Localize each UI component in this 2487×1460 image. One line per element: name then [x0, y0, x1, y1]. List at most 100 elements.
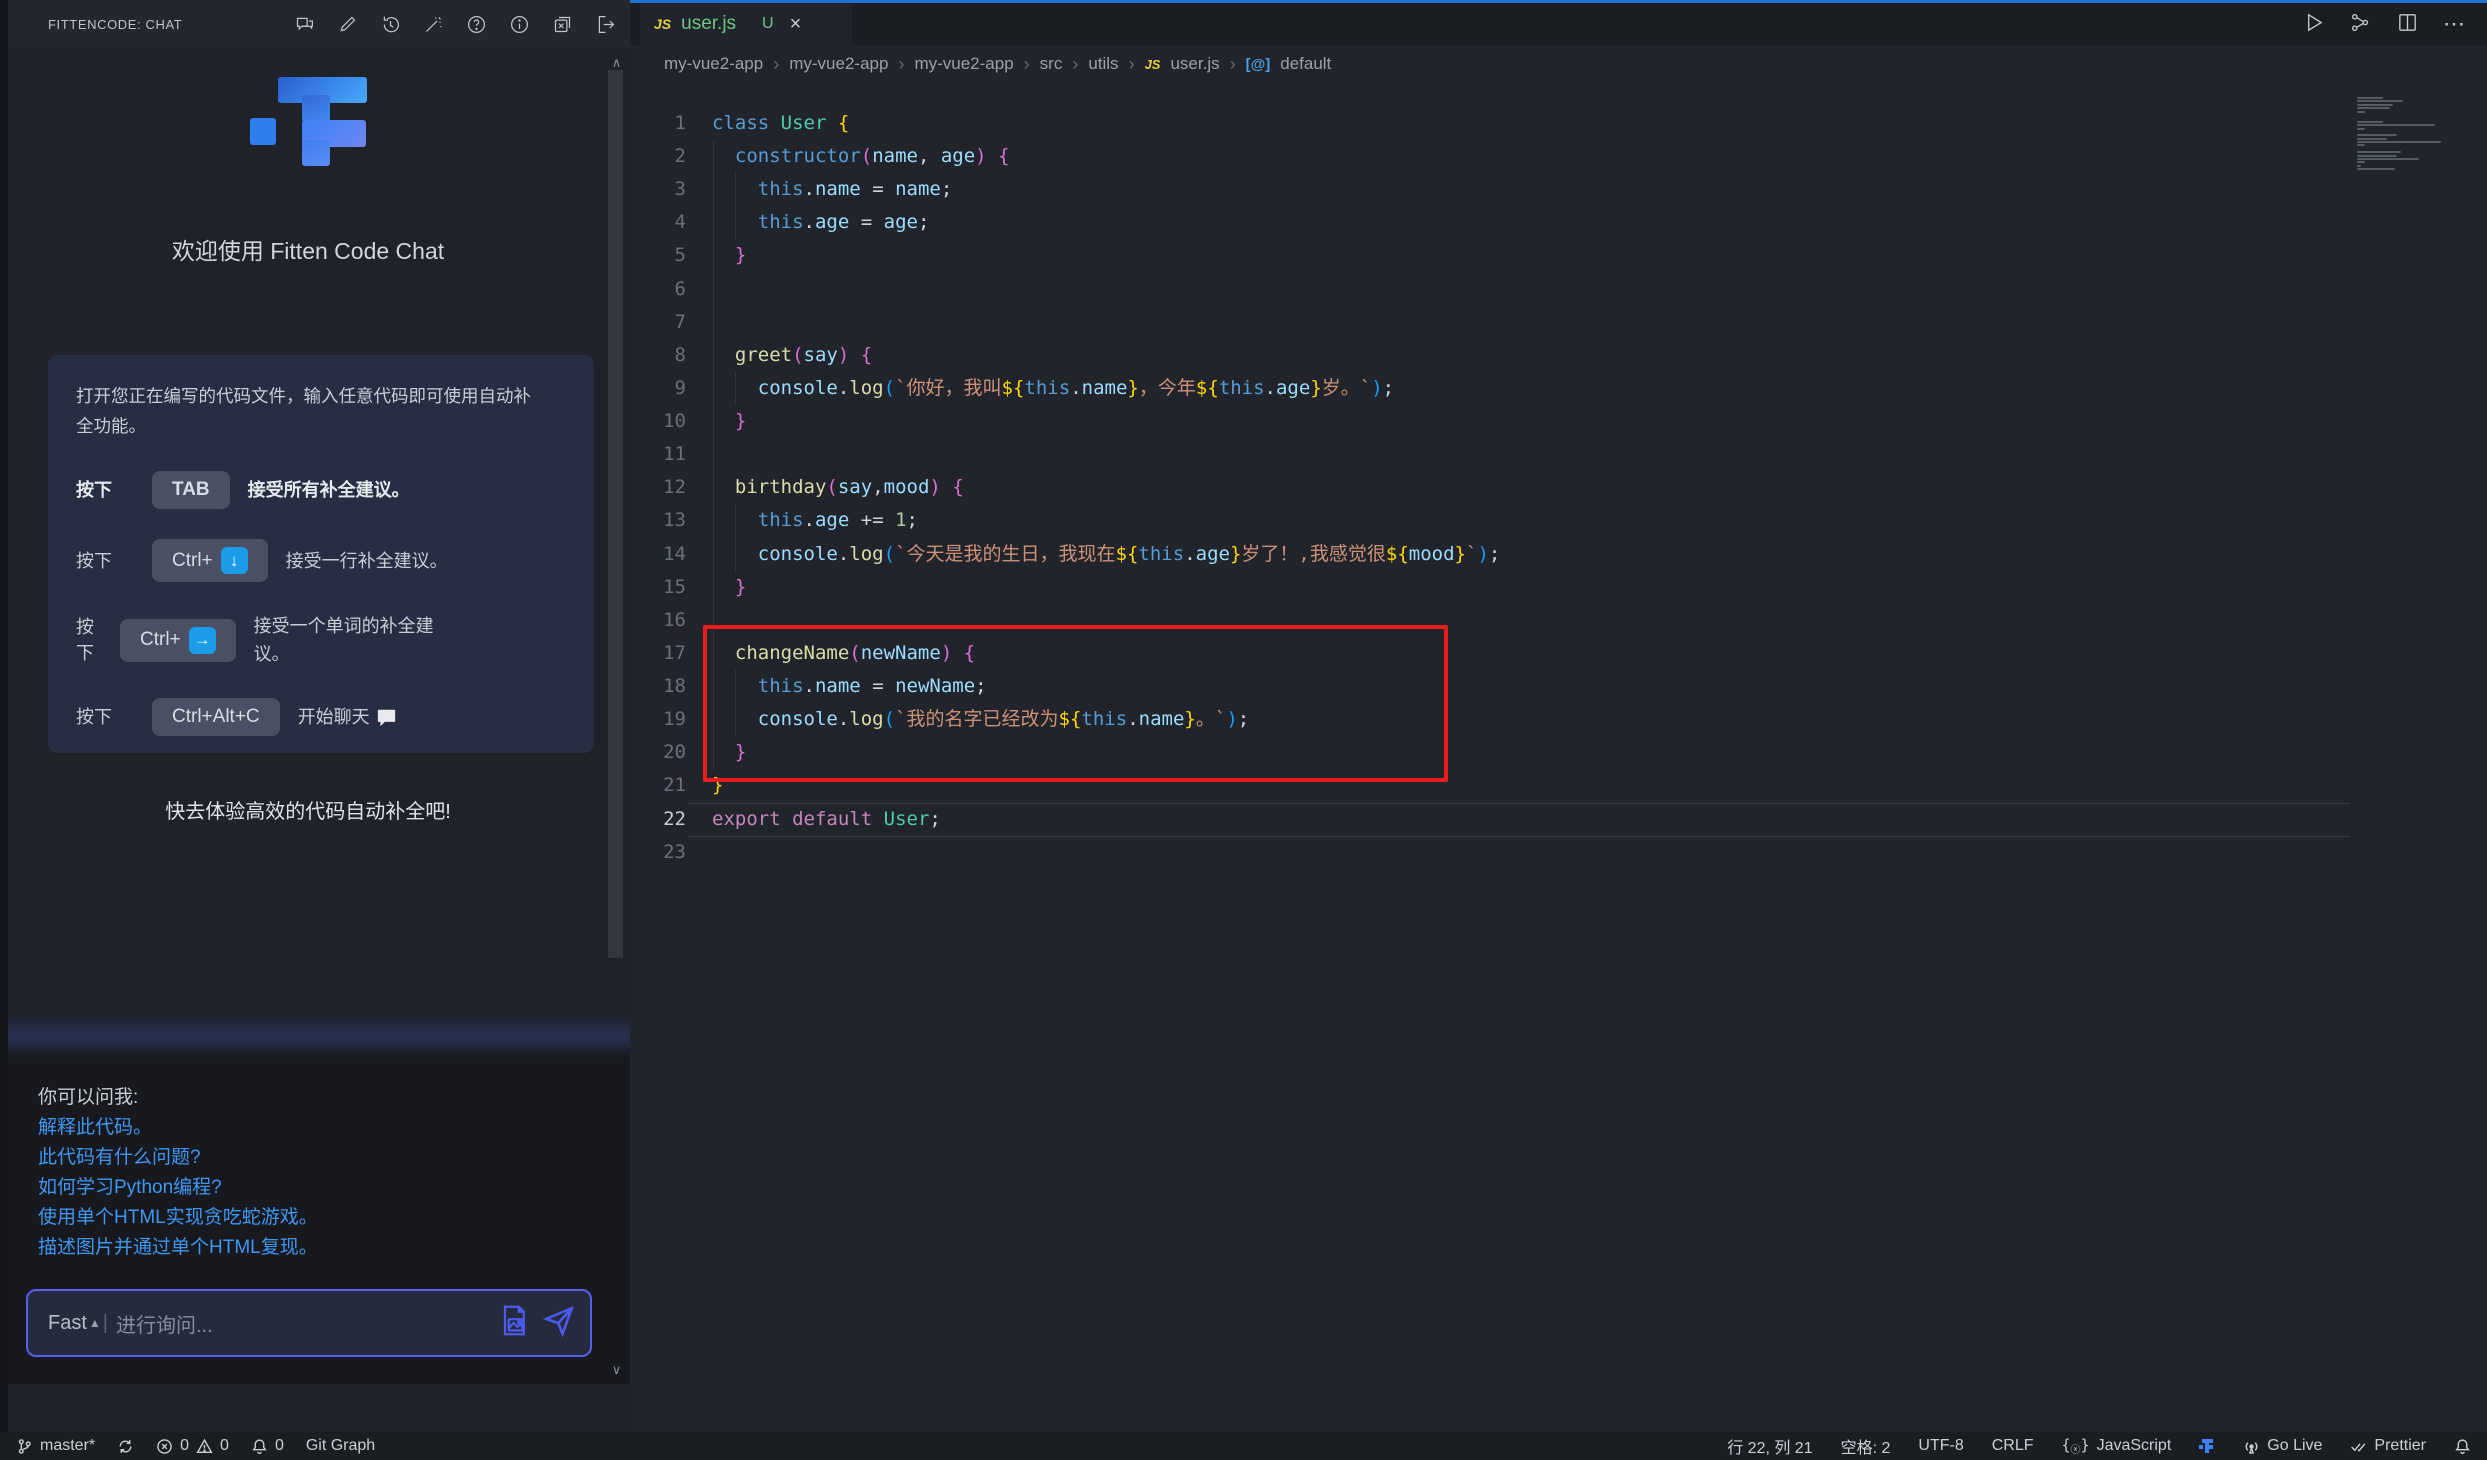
- new-chat-icon[interactable]: [294, 14, 315, 35]
- panel-header-actions: [294, 14, 616, 35]
- code-line[interactable]: }: [712, 405, 2312, 438]
- line-number: 4: [630, 206, 686, 239]
- fitten-status-item[interactable]: [2199, 1438, 2215, 1454]
- breadcrumb-item[interactable]: src: [1040, 54, 1063, 74]
- send-icon[interactable]: [542, 1304, 576, 1343]
- clear-all-icon[interactable]: [552, 14, 573, 35]
- shortcut-row-ctrl-alt-c: 按下 Ctrl+Alt+C 开始聊天: [76, 698, 566, 736]
- sign-out-icon[interactable]: [595, 14, 616, 35]
- indentation-item[interactable]: 空格: 2: [1841, 1434, 1891, 1458]
- chat-input[interactable]: Fast ▲ | 进行询问...: [26, 1289, 592, 1357]
- code-line[interactable]: }: [712, 571, 2312, 604]
- double-check-icon: [2350, 1438, 2367, 1455]
- notifications-count-item[interactable]: 0: [251, 1437, 284, 1455]
- eol-label: CRLF: [1992, 1437, 2034, 1455]
- go-live-item[interactable]: Go Live: [2243, 1437, 2322, 1455]
- code-line[interactable]: console.log(`今天是我的生日，我现在${this.age}岁了！,我…: [712, 538, 2312, 571]
- attach-image-icon[interactable]: [500, 1304, 530, 1342]
- language-mode-item[interactable]: {ⓧ} JavaScript: [2062, 1436, 2172, 1456]
- eol-item[interactable]: CRLF: [1992, 1437, 2034, 1455]
- code-line[interactable]: constructor(name, age) {: [712, 140, 2312, 173]
- suggestion-link[interactable]: 解释此代码。: [38, 1113, 318, 1143]
- suggestion-link[interactable]: 描述图片并通过单个HTML复现。: [38, 1233, 318, 1263]
- breadcrumb-item[interactable]: user.js: [1170, 54, 1219, 74]
- line-number: 22: [630, 803, 686, 836]
- code-line[interactable]: export default User;: [712, 803, 2312, 836]
- code-line[interactable]: this.name = name;: [712, 173, 2312, 206]
- line-number: 2: [630, 140, 686, 173]
- caret-up-icon[interactable]: ▲: [89, 1316, 101, 1330]
- line-number: 8: [630, 339, 686, 372]
- go-live-label: Go Live: [2267, 1437, 2322, 1455]
- breadcrumb-item[interactable]: default: [1280, 54, 1331, 74]
- minimap-line: [2357, 168, 2395, 170]
- git-branch-item[interactable]: master*: [16, 1437, 95, 1455]
- tab-bar: JS user.js U × ⋯: [630, 3, 2487, 45]
- minimap-line: [2357, 161, 2365, 163]
- breadcrumb-item[interactable]: my-vue2-app: [789, 54, 888, 74]
- code-line[interactable]: this.age = age;: [712, 206, 2312, 239]
- line-number: 5: [630, 239, 686, 272]
- code-line[interactable]: [712, 438, 2312, 471]
- code-line[interactable]: [712, 306, 2312, 339]
- warning-count: 0: [220, 1437, 229, 1455]
- model-selector[interactable]: Fast: [48, 1312, 87, 1335]
- split-editor-icon[interactable]: [2396, 11, 2419, 34]
- minimap-line: [2357, 100, 2403, 102]
- close-tab-icon[interactable]: ×: [790, 13, 802, 36]
- prettier-item[interactable]: Prettier: [2350, 1437, 2426, 1455]
- edit-icon[interactable]: [337, 14, 358, 35]
- git-graph-label: Git Graph: [306, 1437, 375, 1455]
- line-number: 16: [630, 604, 686, 637]
- minimap-line: [2357, 155, 2397, 157]
- status-bar: master* 0 0 0 Git Graph 行 22, 列 21 空格: 2…: [0, 1432, 2487, 1460]
- encoding-label: UTF-8: [1918, 1437, 1963, 1455]
- sync-changes-item[interactable]: [117, 1438, 134, 1455]
- run-debug-icon[interactable]: [2349, 11, 2372, 34]
- code-line[interactable]: [712, 273, 2312, 306]
- code-line[interactable]: console.log(`你好，我叫${this.name}，今年${this.…: [712, 372, 2312, 405]
- input-placeholder[interactable]: 进行询问...: [116, 1309, 213, 1338]
- breadcrumb-item[interactable]: my-vue2-app: [914, 54, 1013, 74]
- line-number: 7: [630, 306, 686, 339]
- chevron-right-icon: ›: [1129, 54, 1135, 75]
- code-line[interactable]: }: [712, 239, 2312, 272]
- magic-wand-icon[interactable]: [423, 14, 444, 35]
- fitten-chat-panel: FITTENCODE: CHAT 欢迎使用 Fitten Code Chat 打…: [8, 0, 630, 1432]
- history-icon[interactable]: [380, 14, 401, 35]
- section-divider: [8, 1015, 630, 1057]
- encoding-item[interactable]: UTF-8: [1918, 1437, 1963, 1455]
- arrow-right-icon: →: [189, 627, 216, 654]
- code-line[interactable]: greet(say) {: [712, 339, 2312, 372]
- breadcrumb-item[interactable]: my-vue2-app: [664, 54, 763, 74]
- cursor-position-item[interactable]: 行 22, 列 21: [1727, 1434, 1812, 1458]
- shortcut-prefix: 按下: [76, 548, 134, 574]
- bell-icon: [251, 1438, 268, 1455]
- shortcut-desc: 接受一个单词的补全建议。: [254, 612, 464, 668]
- code-line[interactable]: class User {: [712, 107, 2312, 140]
- sidebar-scrollbar[interactable]: [608, 70, 623, 958]
- minimap-line: [2357, 111, 2365, 113]
- logo-block: [302, 140, 330, 166]
- suggestion-link[interactable]: 使用单个HTML实现贪吃蛇游戏。: [38, 1203, 318, 1233]
- notifications-bell-item[interactable]: [2454, 1438, 2471, 1455]
- suggestion-link[interactable]: 此代码有什么问题?: [38, 1143, 318, 1173]
- prettier-label: Prettier: [2374, 1437, 2426, 1455]
- more-actions-icon[interactable]: ⋯: [2443, 11, 2465, 34]
- info-icon[interactable]: [509, 14, 530, 35]
- help-icon[interactable]: [466, 14, 487, 35]
- git-graph-item[interactable]: Git Graph: [306, 1437, 375, 1455]
- code-line[interactable]: this.age += 1;: [712, 504, 2312, 537]
- code-line[interactable]: [712, 836, 2312, 869]
- scroll-down-icon[interactable]: ∨: [609, 1362, 624, 1378]
- code-line[interactable]: birthday(say,mood) {: [712, 471, 2312, 504]
- tab-user-js[interactable]: JS user.js U ×: [640, 3, 852, 45]
- problems-item[interactable]: 0 0: [156, 1437, 229, 1455]
- line-number: 17: [630, 637, 686, 670]
- breadcrumb-item[interactable]: utils: [1088, 54, 1118, 74]
- minimap[interactable]: [2357, 97, 2443, 175]
- scroll-up-icon[interactable]: ∧: [609, 55, 624, 71]
- run-file-icon[interactable]: [2302, 11, 2325, 34]
- broadcast-icon: [2243, 1438, 2260, 1455]
- suggestion-link[interactable]: 如何学习Python编程?: [38, 1173, 318, 1203]
